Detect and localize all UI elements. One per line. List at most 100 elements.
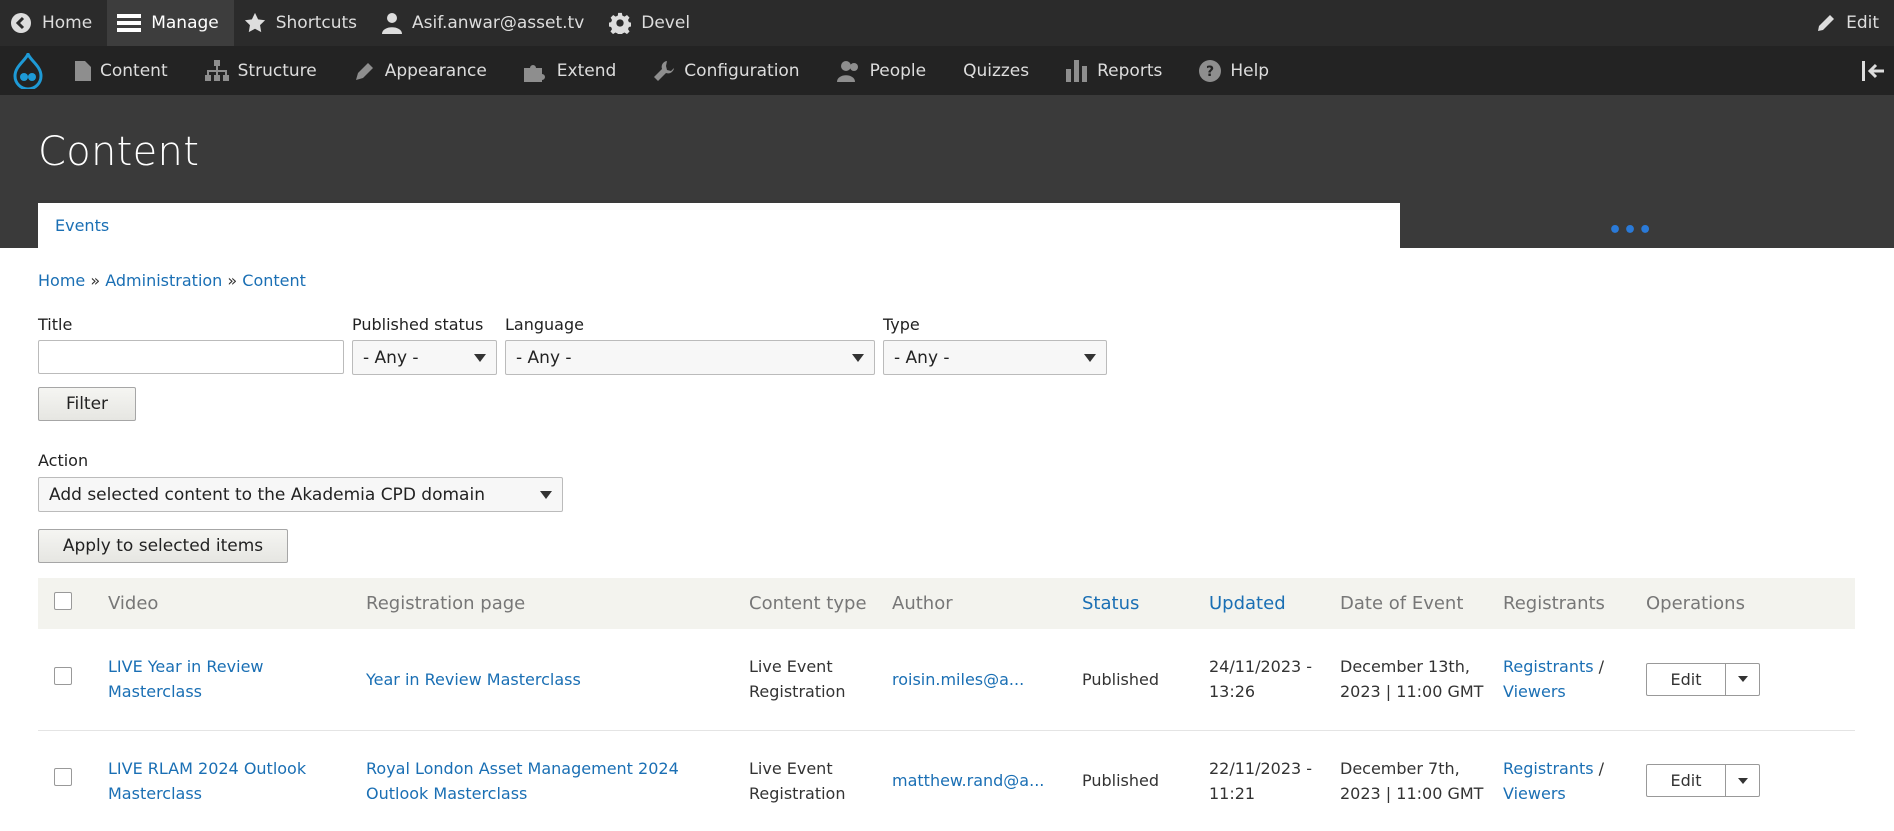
status-filter-value: - Any - bbox=[363, 347, 419, 368]
filter-button[interactable]: Filter bbox=[38, 387, 136, 421]
toolbar-manage[interactable]: Manage bbox=[107, 0, 234, 46]
registrants-link[interactable]: Registrants bbox=[1503, 657, 1594, 676]
tray-item-label: Extend bbox=[556, 60, 617, 81]
content-type: Live Event Registration bbox=[749, 657, 846, 702]
apply-button[interactable]: Apply to selected items bbox=[38, 529, 288, 563]
drupal-logo-icon[interactable] bbox=[0, 52, 55, 89]
title-filter-input[interactable] bbox=[38, 340, 344, 374]
updated-value: 22/11/2023 - 11:21 bbox=[1209, 758, 1313, 803]
row-checkbox[interactable] bbox=[54, 666, 72, 685]
video-link[interactable]: LIVE Year in Review Masterclass bbox=[108, 657, 264, 701]
action-select-value: Add selected content to the Akademia CPD… bbox=[49, 484, 485, 505]
collapse-tray-icon[interactable] bbox=[1854, 60, 1894, 81]
language-filter-label: Language bbox=[505, 315, 584, 334]
pencil-icon bbox=[1818, 15, 1835, 31]
language-filter-value: - Any - bbox=[516, 347, 572, 368]
chevron-down-icon bbox=[852, 353, 864, 362]
column-header-status[interactable]: Status bbox=[1082, 578, 1209, 629]
event-date: December 13th, 2023 | 11:00 GMT bbox=[1340, 657, 1484, 702]
author-link[interactable]: matthew.rand@a... bbox=[892, 771, 1044, 790]
primary-tabs: Events bbox=[38, 203, 1400, 248]
toolbar-home[interactable]: Home bbox=[0, 0, 107, 46]
operations-dropbutton: Edit bbox=[1646, 764, 1855, 797]
column-header-operations: Operations bbox=[1646, 593, 1745, 614]
status-filter: Published status - Any - bbox=[352, 315, 497, 375]
tray-item-quizzes[interactable]: Quizzes bbox=[943, 46, 1046, 95]
toolbar-devel-label: Devel bbox=[641, 13, 691, 33]
viewers-link[interactable]: Viewers bbox=[1503, 784, 1566, 803]
toolbar-tray: Content Structure Appearance Extend Conf… bbox=[0, 46, 1894, 95]
link-separator: / bbox=[1593, 758, 1605, 778]
registration-link[interactable]: Year in Review Masterclass bbox=[366, 670, 581, 689]
tray-item-label: Reports bbox=[1097, 60, 1163, 81]
tray-item-people[interactable]: People bbox=[817, 46, 943, 95]
type-filter-select[interactable]: - Any - bbox=[883, 340, 1107, 375]
link-separator: / bbox=[1593, 657, 1605, 677]
tab-events[interactable]: Events bbox=[55, 216, 109, 235]
chevron-down-icon bbox=[1084, 353, 1096, 362]
tray-item-reports[interactable]: Reports bbox=[1046, 46, 1179, 95]
table-row: LIVE Year in Review Masterclass Year in … bbox=[38, 629, 1855, 730]
tray-item-help[interactable]: ? Help bbox=[1179, 46, 1286, 95]
breadcrumb-home[interactable]: Home bbox=[38, 271, 85, 290]
tray-item-label: Appearance bbox=[384, 60, 487, 81]
tray-item-label: People bbox=[869, 60, 927, 81]
toolbar-shortcuts-label: Shortcuts bbox=[275, 13, 357, 33]
toolbar-manage-label: Manage bbox=[151, 13, 219, 33]
content-table: Video Registration page Content type Aut… bbox=[38, 578, 1855, 831]
gear-icon bbox=[609, 12, 632, 34]
operations-dropbutton: Edit bbox=[1646, 662, 1855, 696]
wrench-icon bbox=[654, 60, 675, 81]
bar-chart-icon bbox=[1066, 59, 1088, 82]
author-link[interactable]: roisin.miles@a... bbox=[892, 670, 1024, 689]
breadcrumb-administration[interactable]: Administration bbox=[105, 271, 222, 290]
action-select[interactable]: Add selected content to the Akademia CPD… bbox=[38, 477, 563, 512]
table-row: LIVE RLAM 2024 Outlook Masterclass Royal… bbox=[38, 730, 1855, 831]
column-header-video: Video bbox=[108, 593, 159, 614]
tray-item-structure[interactable]: Structure bbox=[185, 46, 334, 95]
video-link[interactable]: LIVE RLAM 2024 Outlook Masterclass bbox=[108, 759, 306, 803]
toolbar-devel[interactable]: Devel bbox=[599, 0, 705, 46]
edit-button[interactable]: Edit bbox=[1646, 662, 1726, 696]
row-checkbox[interactable] bbox=[54, 768, 72, 786]
status-value: Published bbox=[1082, 771, 1160, 790]
breadcrumb-separator: » bbox=[90, 271, 101, 290]
main-content: Home » Administration » Content Title Pu… bbox=[0, 271, 1894, 831]
status-filter-select[interactable]: - Any - bbox=[352, 340, 497, 375]
user-icon bbox=[382, 13, 402, 34]
registrants-link[interactable]: Registrants bbox=[1503, 759, 1594, 778]
language-filter-select[interactable]: - Any - bbox=[505, 340, 875, 375]
chevron-down-icon bbox=[1737, 777, 1748, 784]
tray-item-content[interactable]: Content bbox=[55, 46, 185, 95]
toolbar-edit-label: Edit bbox=[1846, 13, 1879, 33]
tray-item-configuration[interactable]: Configuration bbox=[633, 46, 816, 95]
tray-item-label: Configuration bbox=[684, 60, 800, 81]
filter-form: Title Published status - Any - Language … bbox=[38, 315, 1856, 375]
registration-link[interactable]: Royal London Asset Management 2024 Outlo… bbox=[366, 759, 679, 803]
menu-icon bbox=[117, 14, 142, 32]
tray-item-label: Help bbox=[1230, 60, 1270, 81]
operations-toggle[interactable] bbox=[1726, 764, 1760, 797]
back-circle-icon bbox=[11, 13, 31, 33]
toolbar-shortcuts[interactable]: Shortcuts bbox=[234, 0, 372, 46]
operations-toggle[interactable] bbox=[1726, 662, 1760, 696]
table-header-row: Video Registration page Content type Aut… bbox=[38, 578, 1855, 629]
svg-text:?: ? bbox=[1206, 64, 1214, 80]
edit-button[interactable]: Edit bbox=[1646, 764, 1726, 797]
chevron-down-icon bbox=[540, 490, 552, 499]
breadcrumb-separator: » bbox=[227, 271, 238, 290]
column-header-registrants: Registrants bbox=[1503, 593, 1605, 614]
breadcrumb-content[interactable]: Content bbox=[242, 271, 306, 290]
more-tabs-button[interactable]: ••• bbox=[1608, 218, 1653, 243]
column-header-updated[interactable]: Updated bbox=[1209, 578, 1340, 629]
people-icon bbox=[836, 60, 858, 82]
type-filter-value: - Any - bbox=[894, 347, 950, 368]
viewers-link[interactable]: Viewers bbox=[1503, 682, 1566, 701]
content-type: Live Event Registration bbox=[749, 758, 846, 803]
toolbar-user[interactable]: Asif.anwar@asset.tv bbox=[372, 0, 599, 46]
select-all-checkbox[interactable] bbox=[54, 592, 72, 610]
tray-item-appearance[interactable]: Appearance bbox=[334, 46, 504, 95]
tray-item-extend[interactable]: Extend bbox=[504, 46, 634, 95]
tray-item-label: Content bbox=[100, 60, 168, 81]
toolbar-edit[interactable]: Edit bbox=[1806, 0, 1894, 46]
